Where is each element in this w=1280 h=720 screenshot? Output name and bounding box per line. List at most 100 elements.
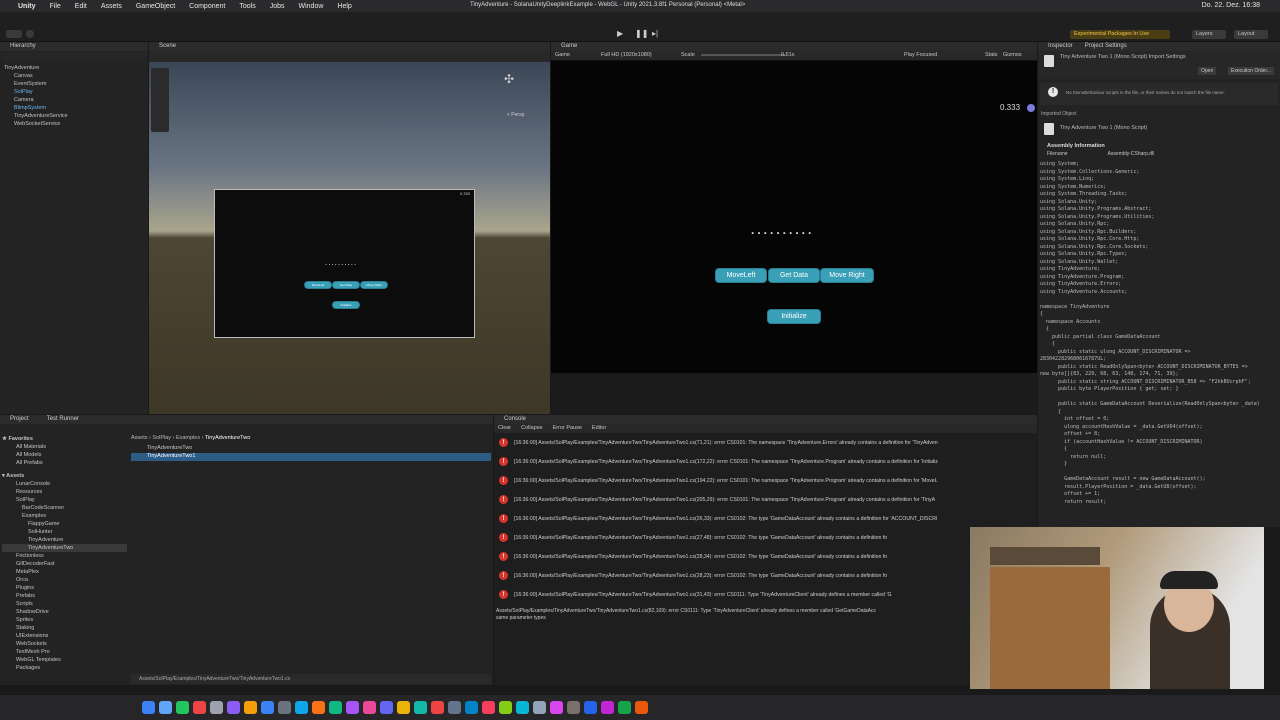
dock-app-icon[interactable] bbox=[244, 701, 257, 714]
console-tab[interactable]: Console bbox=[494, 415, 1037, 424]
project-settings-tab[interactable]: Project Settings bbox=[1085, 42, 1127, 51]
dock-app-icon[interactable] bbox=[176, 701, 189, 714]
stats-button[interactable]: Stats bbox=[985, 51, 998, 60]
menu-tools[interactable]: Tools bbox=[239, 3, 255, 10]
inspector-tab[interactable]: Inspector bbox=[1048, 42, 1073, 51]
dock-app-icon[interactable] bbox=[227, 701, 240, 714]
menu-assets[interactable]: Assets bbox=[101, 3, 122, 10]
dock-app-icon[interactable] bbox=[414, 701, 427, 714]
console-entry[interactable]: ! [16:36:00] Assets/SolPlay/Examples/Tiny… bbox=[494, 566, 1037, 585]
favorite-item[interactable]: All Prefabs bbox=[2, 459, 127, 467]
asset-folder[interactable]: Examples bbox=[2, 512, 127, 520]
menu-edit[interactable]: Edit bbox=[75, 3, 87, 10]
menu-gameobject[interactable]: GameObject bbox=[136, 3, 175, 10]
game-tab[interactable]: Game bbox=[551, 42, 1037, 51]
menu-window[interactable]: Window bbox=[299, 3, 324, 10]
asset-folder[interactable]: Scripts bbox=[2, 600, 127, 608]
console-entry[interactable]: ! [16:36:00] Assets/SolPlay/Examples/Tiny… bbox=[494, 471, 1037, 490]
asset-folder[interactable]: GifDecoderFast bbox=[2, 560, 127, 568]
asset-folder[interactable]: WebSockets bbox=[2, 640, 127, 648]
error-pause-button[interactable]: Error Pause bbox=[553, 424, 582, 433]
console-entry[interactable]: ! [16:36:00] Assets/SolPlay/Examples/Tiny… bbox=[494, 509, 1037, 528]
project-tab[interactable]: Project bbox=[10, 415, 29, 424]
asset-folder[interactable]: FlappyGame bbox=[2, 520, 127, 528]
dock-app-icon[interactable] bbox=[261, 701, 274, 714]
scale-slider[interactable] bbox=[701, 54, 786, 56]
hierarchy-item[interactable]: Canvas bbox=[0, 72, 148, 80]
hierarchy-search[interactable] bbox=[2, 52, 146, 61]
hierarchy-item[interactable]: SolPlay bbox=[0, 88, 148, 96]
layers-dropdown[interactable]: Layers bbox=[1192, 30, 1226, 39]
dock-app-icon[interactable] bbox=[278, 701, 291, 714]
breadcrumb-assets[interactable]: Assets bbox=[131, 435, 148, 441]
dock-app-icon[interactable] bbox=[618, 701, 631, 714]
scene-moveleft-button[interactable]: MoveLeft bbox=[305, 282, 331, 288]
execution-order-button[interactable]: Execution Order... bbox=[1228, 67, 1275, 75]
dock-app-icon[interactable] bbox=[210, 701, 223, 714]
favorites-node[interactable]: ★ Favorites bbox=[2, 435, 127, 443]
collapse-button[interactable]: Collapse bbox=[521, 424, 542, 433]
asset-folder[interactable]: Staking bbox=[2, 624, 127, 632]
dock-app-icon[interactable] bbox=[346, 701, 359, 714]
scene-getdata-button[interactable]: Get Data bbox=[333, 282, 359, 288]
dock-app-icon[interactable] bbox=[380, 701, 393, 714]
asset-folder[interactable]: UIExtensions bbox=[2, 632, 127, 640]
hierarchy-item[interactable]: BlimpSystem bbox=[0, 104, 148, 112]
get-data-button[interactable]: Get Data bbox=[769, 269, 819, 282]
dock-app-icon[interactable] bbox=[295, 701, 308, 714]
dock-app-icon[interactable] bbox=[159, 701, 172, 714]
asset-folder[interactable]: LunarConsole bbox=[2, 480, 127, 488]
asset-folder[interactable]: Prefabs bbox=[2, 592, 127, 600]
assets-node[interactable]: ▾ Assets bbox=[2, 472, 127, 480]
breadcrumb-examples[interactable]: Examples bbox=[176, 435, 200, 441]
hierarchy-item[interactable]: WebSocketService bbox=[0, 120, 148, 128]
cloud-icon[interactable] bbox=[26, 30, 34, 38]
gizmos-button[interactable]: Gizmos bbox=[1003, 51, 1022, 60]
display-dropdown[interactable]: Game bbox=[555, 51, 570, 60]
asset-folder[interactable]: WebGL Templates bbox=[2, 656, 127, 664]
asset-folder[interactable]: MetaPlex bbox=[2, 568, 127, 576]
console-entry[interactable]: ! [16:36:00] Assets/SolPlay/Examples/Tiny… bbox=[494, 433, 1037, 452]
hierarchy-item[interactable]: TinyAdventure bbox=[0, 64, 148, 72]
asset-folder[interactable]: SolHunter bbox=[2, 528, 127, 536]
asset-folder[interactable]: Resources bbox=[2, 488, 127, 496]
asset-folder[interactable]: Frictionless bbox=[2, 552, 127, 560]
console-entry[interactable]: ! [16:36:00] Assets/SolPlay/Examples/Tiny… bbox=[494, 452, 1037, 471]
favorite-item[interactable]: All Models bbox=[2, 451, 127, 459]
dock-app-icon[interactable] bbox=[482, 701, 495, 714]
file-item-selected[interactable]: TinyAdventureTwo1 bbox=[131, 453, 491, 461]
dock-app-icon[interactable] bbox=[601, 701, 614, 714]
menu-component[interactable]: Component bbox=[189, 3, 225, 10]
breadcrumb-current[interactable]: TinyAdventureTwo bbox=[205, 435, 250, 441]
dock-app-icon[interactable] bbox=[329, 701, 342, 714]
console-entry[interactable]: ! [16:36:00] Assets/SolPlay/Examples/Tiny… bbox=[494, 585, 1037, 604]
dock-app-icon[interactable] bbox=[363, 701, 376, 714]
asset-folder[interactable]: Plugins bbox=[2, 584, 127, 592]
asset-folder[interactable]: SolPlay bbox=[2, 496, 127, 504]
console-log-list[interactable]: ! [16:36:00] Assets/SolPlay/Examples/Tiny… bbox=[494, 433, 1037, 604]
clear-button[interactable]: Clear bbox=[498, 424, 511, 433]
asset-folder[interactable]: Orca bbox=[2, 576, 127, 584]
file-item[interactable]: TinyAdventureTwo bbox=[131, 445, 491, 453]
resolution-dropdown[interactable]: Full HD (1920x1080) bbox=[601, 51, 652, 60]
menu-app-name[interactable]: Unity bbox=[18, 3, 36, 10]
asset-folder[interactable]: TinyAdventure bbox=[2, 536, 127, 544]
scene-tools-palette[interactable] bbox=[151, 68, 169, 132]
dock-app-icon[interactable] bbox=[635, 701, 648, 714]
dock-app-icon[interactable] bbox=[448, 701, 461, 714]
account-button[interactable] bbox=[6, 30, 22, 38]
open-button[interactable]: Open bbox=[1198, 67, 1217, 75]
asset-folder[interactable]: TextMesh Pro bbox=[2, 648, 127, 656]
hierarchy-item[interactable]: Camera bbox=[0, 96, 148, 104]
hierarchy-item[interactable]: TinyAdventureService bbox=[0, 112, 148, 120]
step-icon[interactable]: ▸| bbox=[652, 29, 664, 39]
breadcrumb-solplay[interactable]: SolPlay bbox=[152, 435, 171, 441]
layout-dropdown[interactable]: Layout bbox=[1234, 30, 1268, 39]
game-viewport[interactable]: 0.333 .......... MoveLeft Get Data Move … bbox=[551, 61, 1037, 373]
asset-folder[interactable]: BarCodeScanner bbox=[2, 504, 127, 512]
hierarchy-tab[interactable]: Hierarchy bbox=[0, 42, 148, 51]
dock-app-icon[interactable] bbox=[499, 701, 512, 714]
dock-app-icon[interactable] bbox=[584, 701, 597, 714]
dock-app-icon[interactable] bbox=[397, 701, 410, 714]
dock-app-icon[interactable] bbox=[142, 701, 155, 714]
